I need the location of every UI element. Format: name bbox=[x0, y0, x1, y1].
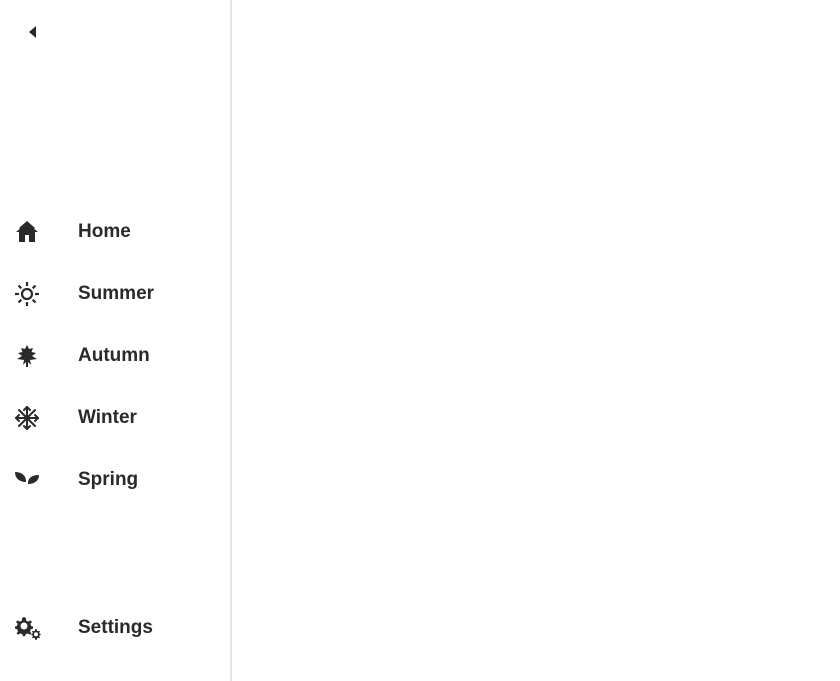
sidebar-item-label: Winter bbox=[78, 407, 137, 429]
sidebar-nav: Home Summer bbox=[14, 201, 216, 511]
sidebar-item-autumn[interactable]: Autumn bbox=[14, 325, 216, 387]
seedling-icon bbox=[14, 469, 50, 491]
content bbox=[232, 0, 840, 681]
home-icon bbox=[14, 220, 50, 244]
caret-left-icon bbox=[27, 25, 37, 39]
sidebar-item-summer[interactable]: Summer bbox=[14, 263, 216, 325]
settings-icon bbox=[14, 616, 50, 640]
sidebar-item-spring[interactable]: Spring bbox=[14, 449, 216, 511]
leaf-icon bbox=[14, 343, 50, 369]
sidebar-item-label: Settings bbox=[78, 617, 153, 639]
sidebar-item-label: Spring bbox=[78, 469, 138, 491]
app-shell: Home Summer bbox=[0, 0, 840, 681]
collapse-button[interactable] bbox=[14, 18, 50, 46]
sidebar-item-label: Summer bbox=[78, 283, 154, 305]
sidebar-item-winter[interactable]: Winter bbox=[14, 387, 216, 449]
sidebar-footer: Settings bbox=[14, 597, 216, 659]
sidebar-item-label: Autumn bbox=[78, 345, 150, 367]
sidebar-item-settings[interactable]: Settings bbox=[14, 597, 216, 659]
sidebar-item-label: Home bbox=[78, 221, 131, 243]
snowflake-icon bbox=[14, 405, 50, 431]
sidebar-item-home[interactable]: Home bbox=[14, 201, 216, 263]
sun-icon bbox=[14, 281, 50, 307]
sidebar: Home Summer bbox=[0, 0, 232, 681]
